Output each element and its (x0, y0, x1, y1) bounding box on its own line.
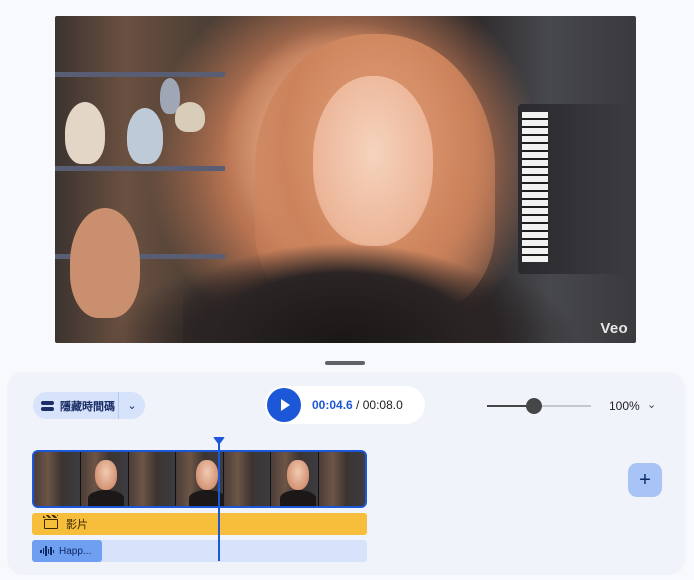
time-display: 00:04.6 / 00:08.0 (312, 398, 403, 412)
video-thumbnail (223, 452, 272, 506)
jacket (183, 243, 503, 343)
zoom-slider-thumb[interactable] (525, 398, 542, 414)
video-thumbnail (34, 452, 82, 506)
time-separator: / (356, 398, 360, 412)
video-thumbnail (176, 452, 226, 506)
video-thumbnail (128, 452, 177, 506)
audio-clip-label: Happ... (59, 545, 92, 557)
video-preview[interactable]: Veo (55, 16, 636, 343)
play-icon (280, 399, 290, 411)
audio-wave-icon (40, 546, 54, 556)
chevron-down-icon: ⌄ (127, 400, 137, 412)
timecode-icon (41, 400, 54, 411)
doll (127, 108, 163, 164)
veo-watermark: Veo (600, 320, 628, 337)
shelf (55, 166, 225, 171)
video-thumbnail (81, 452, 129, 506)
current-time: 00:04.6 (312, 398, 353, 412)
doll (70, 208, 140, 318)
panel-drag-handle[interactable] (325, 361, 365, 365)
video-thumbnail (318, 452, 365, 506)
add-clip-button[interactable]: + (628, 463, 662, 497)
playhead[interactable] (218, 443, 220, 561)
audio-clip[interactable]: Happ... (32, 540, 102, 562)
timecode-dropdown-button[interactable]: ⌄ (119, 399, 145, 412)
audio-track[interactable]: Happ... (32, 540, 367, 562)
clapperboard-icon (43, 515, 58, 529)
doll (65, 102, 105, 164)
face (313, 76, 433, 246)
zoom-level[interactable]: 100% (609, 399, 640, 413)
timecode-toggle-group: 隱藏時間碼 ⌄ (33, 392, 145, 419)
editor-panel: 隱藏時間碼 ⌄ 00:04.6 / 00:08.0 100% ⌄ 影片 Happ… (7, 372, 685, 575)
total-time: 00:08.0 (362, 398, 403, 412)
zoom-slider[interactable] (487, 398, 591, 414)
plate (175, 102, 205, 132)
plus-icon: + (639, 469, 651, 491)
chevron-down-icon[interactable]: ⌄ (647, 398, 656, 411)
video-clip-label: 影片 (66, 519, 88, 531)
play-button[interactable] (267, 388, 301, 422)
playback-control: 00:04.6 / 00:08.0 (265, 386, 425, 424)
hide-timecode-label: 隱藏時間碼 (60, 400, 115, 413)
shelf (55, 72, 225, 77)
video-track[interactable] (32, 450, 367, 508)
video-thumbnail (271, 452, 319, 506)
accordion-keys (522, 112, 548, 262)
video-clip-track[interactable]: 影片 (32, 513, 367, 535)
hide-timecode-button[interactable]: 隱藏時間碼 (33, 392, 119, 419)
timeline: 影片 Happ... (32, 450, 368, 562)
